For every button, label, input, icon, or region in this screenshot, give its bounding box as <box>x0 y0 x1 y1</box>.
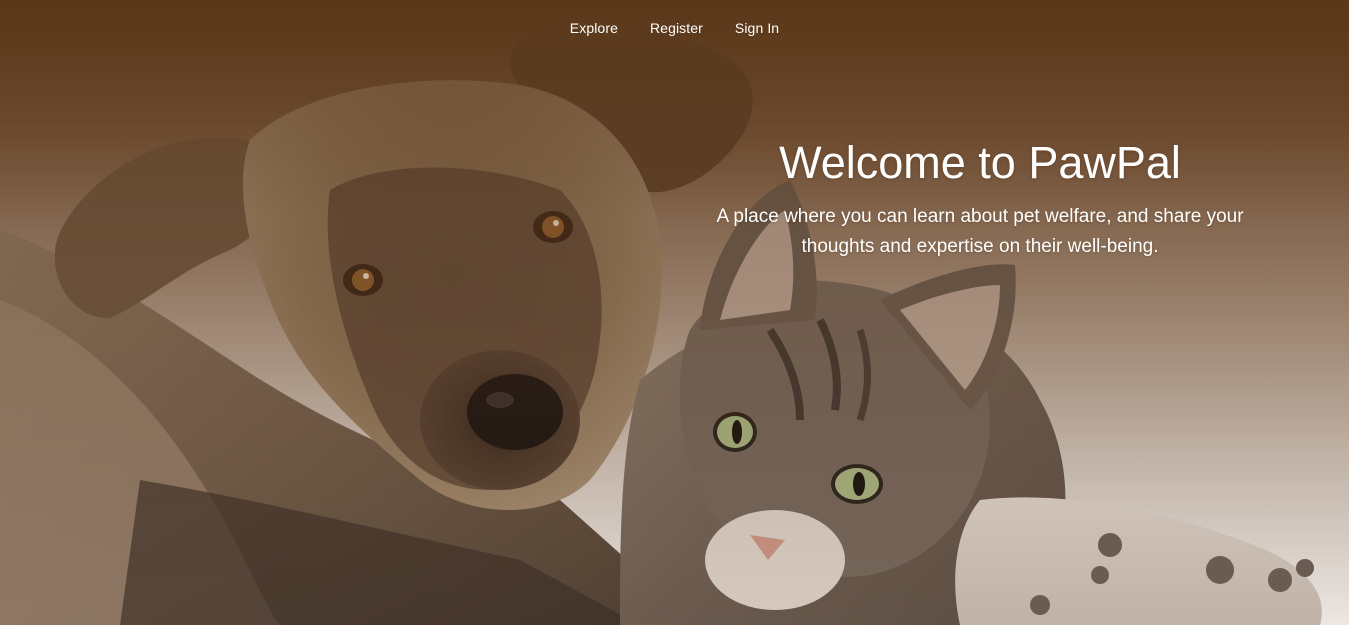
hero-background-image <box>0 0 1349 625</box>
hero-text: Welcome to PawPal A place where you can … <box>680 136 1280 262</box>
hero-title: Welcome to PawPal <box>779 137 1181 188</box>
top-nav: Explore Register Sign In <box>0 18 1349 38</box>
nav-register-link[interactable]: Register <box>650 18 703 38</box>
hero-section: Explore Register Sign In Welcome to PawP… <box>0 0 1349 625</box>
nav-sign-in-link[interactable]: Sign In <box>735 18 779 38</box>
nav-explore-link[interactable]: Explore <box>570 18 618 38</box>
hero-subtitle: A place where you can learn about pet we… <box>716 206 1244 257</box>
